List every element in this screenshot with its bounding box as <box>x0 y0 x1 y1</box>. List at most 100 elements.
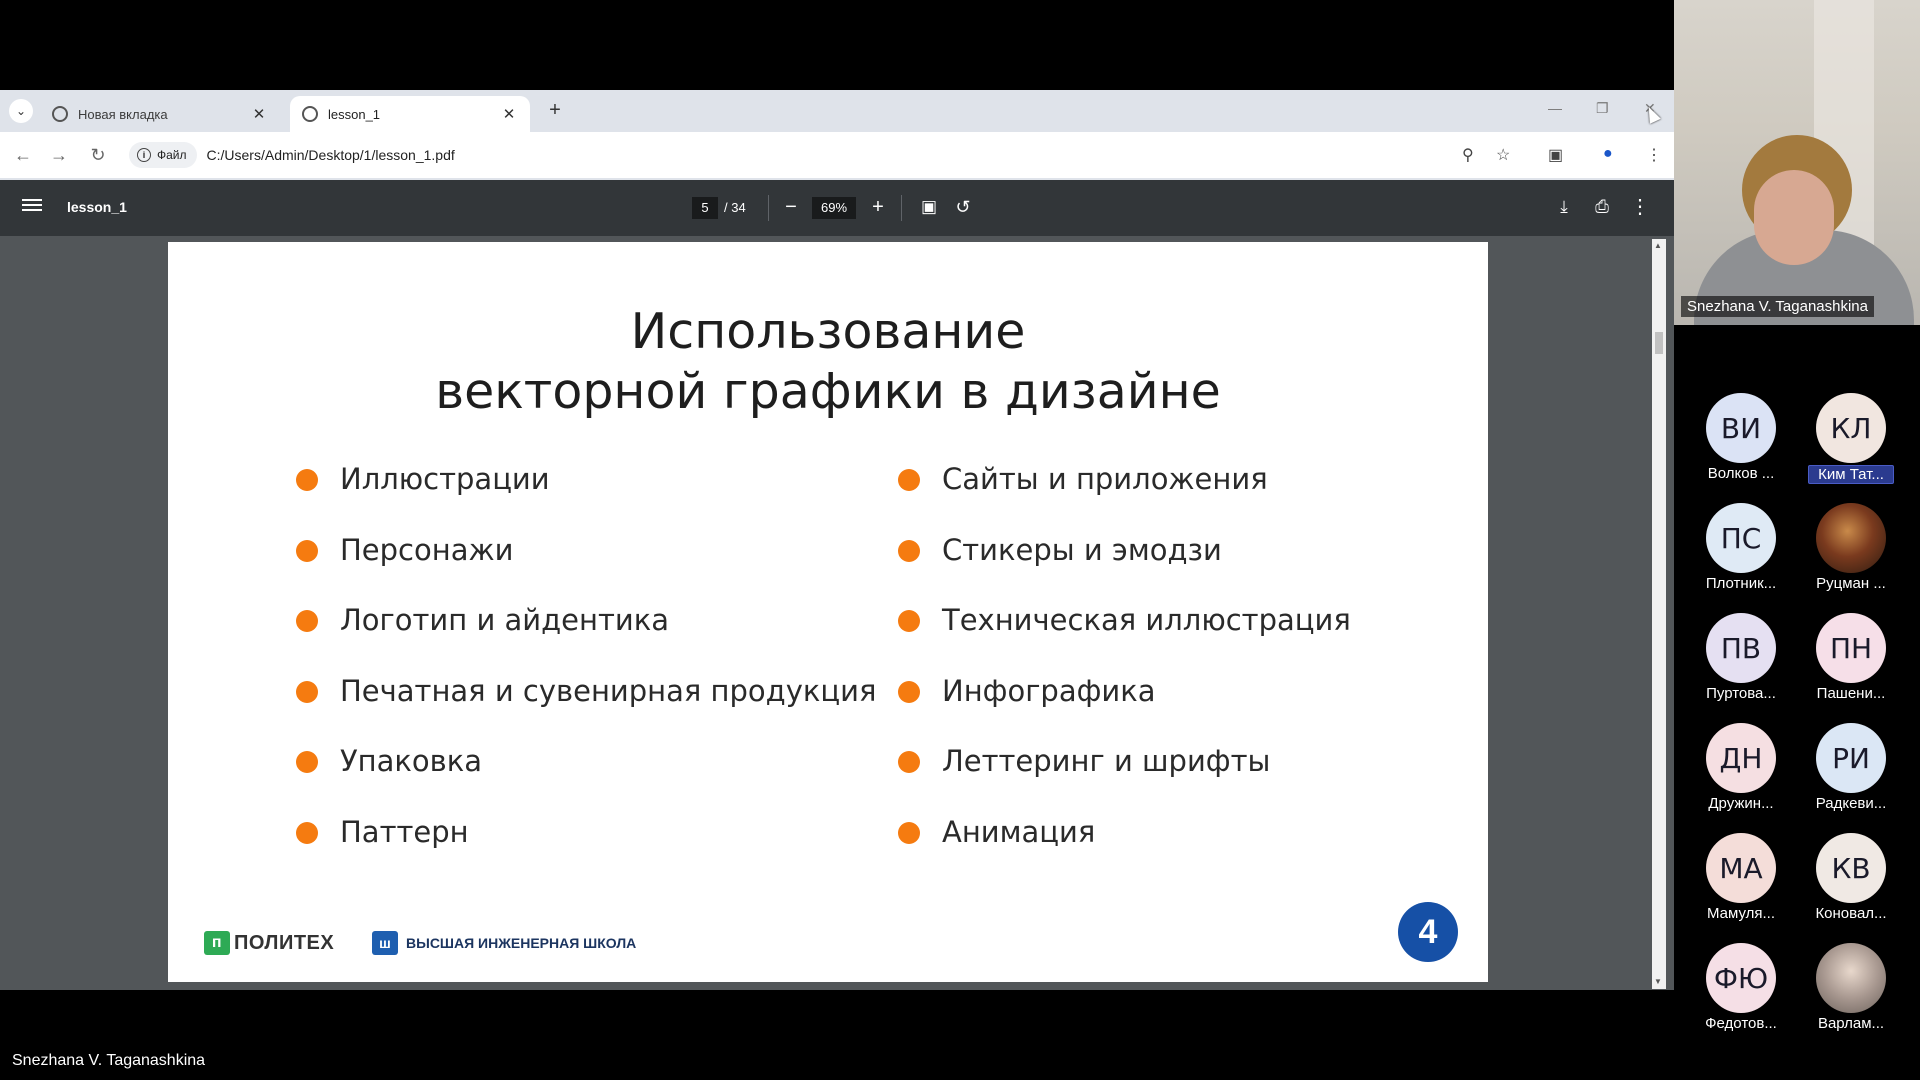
slide-title: Использование векторной графики в дизайн… <box>168 302 1488 422</box>
list-item: Печатная и сувенирная продукция <box>296 674 876 745</box>
participant-tile[interactable]: ВИ Волков ... <box>1686 393 1796 493</box>
site-info-chip[interactable]: i Файл <box>129 142 197 168</box>
bullet-list-right: Сайты и приложения Стикеры и эмодзи Техн… <box>898 462 1351 885</box>
participant-tile[interactable]: МА Мамуля... <box>1686 833 1796 933</box>
scroll-down-icon[interactable]: ▼ <box>1654 977 1662 986</box>
new-tab-plus-icon[interactable]: + <box>544 100 566 122</box>
speaker-face <box>1754 170 1834 265</box>
politeh-logo: п ПОЛИТЕХ <box>204 931 334 955</box>
forward-arrow-icon[interactable]: → <box>48 144 70 166</box>
bullet-text: Леттеринг и шрифты <box>942 744 1271 778</box>
list-item: Леттеринг и шрифты <box>898 744 1351 815</box>
participant-name: Пашени... <box>1816 685 1886 702</box>
globe-favicon-icon <box>302 106 318 122</box>
back-arrow-icon[interactable]: ← <box>12 144 34 166</box>
minimize-icon[interactable]: — <box>1548 100 1562 116</box>
list-item: Персонажи <box>296 533 876 604</box>
avatar-photo <box>1816 503 1886 573</box>
print-icon[interactable]: ⎙ <box>1589 194 1615 220</box>
tab-bar: ⌄ Новая вкладка ✕ lesson_1 ✕ + — ❐ ✕ <box>0 90 1674 132</box>
reload-icon[interactable]: ↻ <box>87 144 109 166</box>
bullet-dot-icon <box>296 469 318 491</box>
participant-tile[interactable]: ПН Пашени... <box>1796 613 1906 713</box>
scroll-thumb[interactable] <box>1655 332 1663 354</box>
slide-title-line2: векторной графики в дизайне <box>435 363 1221 420</box>
zoom-input[interactable]: 69% <box>812 197 856 219</box>
url-text[interactable]: C:/Users/Admin/Desktop/1/lesson_1.pdf <box>207 147 455 163</box>
avatar: ФЮ <box>1706 943 1776 1013</box>
participant-name: Варлам... <box>1817 1015 1885 1032</box>
zoom-in-icon[interactable]: + <box>865 194 891 220</box>
chevron-down-icon: ⌄ <box>15 104 27 118</box>
bullet-text: Персонажи <box>340 532 514 567</box>
bookmark-star-icon[interactable]: ☆ <box>1496 145 1510 165</box>
profile-icon[interactable]: ● <box>1603 145 1613 163</box>
zoom-out-icon[interactable]: − <box>778 194 804 220</box>
bullet-dot-icon <box>898 821 920 844</box>
pdf-page-slide: Использование векторной графики в дизайн… <box>168 242 1488 982</box>
participant-tile[interactable]: ДН Дружин... <box>1686 723 1796 823</box>
bullet-dot-icon <box>898 469 920 491</box>
tab-title: Новая вкладка <box>78 106 168 122</box>
bullet-text: Анимация <box>942 814 1096 849</box>
participant-tile[interactable]: ФЮ Федотов... <box>1686 943 1796 1043</box>
list-item: Анимация <box>898 815 1351 886</box>
participant-name: Радкеви... <box>1815 795 1887 812</box>
chrome-favicon-icon <box>52 106 68 122</box>
speaker-name-label: Snezhana V. Taganashkina <box>1681 296 1874 317</box>
hamburger-menu-icon[interactable] <box>22 196 42 216</box>
speaker-video: Snezhana V. Taganashkina <box>1674 0 1920 325</box>
browser-menu-icon[interactable]: ⋮ <box>1646 145 1662 165</box>
download-icon[interactable]: ⤓ <box>1551 194 1577 220</box>
omnibox[interactable]: i Файл C:/Users/Admin/Desktop/1/lesson_1… <box>127 140 1490 170</box>
bullet-dot-icon <box>296 821 318 844</box>
list-item: Сайты и приложения <box>898 462 1351 533</box>
slide-number-badge: 4 <box>1398 902 1458 962</box>
participant-name: Федотов... <box>1705 1015 1777 1032</box>
avatar-photo <box>1816 943 1886 1013</box>
fit-page-icon[interactable]: ▣ <box>916 194 942 220</box>
pdf-more-icon[interactable]: ⋮ <box>1627 194 1653 220</box>
address-bar: ← → ↻ i Файл C:/Users/Admin/Desktop/1/le… <box>0 132 1674 178</box>
avatar: РИ <box>1816 723 1886 793</box>
bullet-dot-icon <box>898 610 920 632</box>
participant-tile[interactable]: Варлам... <box>1796 943 1906 1043</box>
pdf-toolbar: lesson_1 5 / 34 − 69% + ▣ ↺ ⤓ ⎙ ⋮ <box>0 180 1674 236</box>
participant-name: Пуртова... <box>1706 685 1776 702</box>
list-item: Инфографика <box>898 674 1351 745</box>
participant-tile[interactable]: КВ Коновал... <box>1796 833 1906 933</box>
pdf-viewport[interactable]: Использование векторной графики в дизайн… <box>0 236 1674 990</box>
participant-name: Дружин... <box>1708 795 1774 812</box>
extensions-puzzle-icon[interactable]: ▣ <box>1548 145 1563 165</box>
page-number-input[interactable]: 5 <box>692 197 718 219</box>
list-item: Логотип и айдентика <box>296 603 876 674</box>
tab-search-button[interactable]: ⌄ <box>9 99 33 123</box>
tab-new-tab[interactable]: Новая вкладка ✕ <box>40 96 280 132</box>
scroll-up-icon[interactable]: ▲ <box>1654 241 1662 250</box>
tab-close-icon[interactable]: ✕ <box>250 105 268 123</box>
vish-logo-icon: ш <box>372 931 398 955</box>
bullet-text: Техническая иллюстрация <box>942 603 1351 637</box>
tab-lesson[interactable]: lesson_1 ✕ <box>290 96 530 132</box>
page-total: / 34 <box>724 200 746 215</box>
participant-tile[interactable]: ПВ Пуртова... <box>1686 613 1796 713</box>
bullet-dot-icon <box>296 680 318 703</box>
list-item: Упаковка <box>296 744 876 815</box>
participant-tile[interactable]: РИ Радкеви... <box>1796 723 1906 823</box>
zoom-magnifier-icon[interactable]: ⚲ <box>1462 145 1474 165</box>
vish-logo: ш ВЫСШАЯ ИНЖЕНЕРНАЯ ШКОЛА <box>372 931 636 955</box>
bullet-text: Паттерн <box>340 814 469 849</box>
pdf-scrollbar[interactable]: ▲ ▼ <box>1652 239 1666 989</box>
bullet-dot-icon <box>296 751 318 773</box>
participant-tile[interactable]: ПС Плотник... <box>1686 503 1796 603</box>
tab-close-icon[interactable]: ✕ <box>500 105 518 123</box>
participant-tile[interactable]: КЛ Ким Тат... <box>1796 393 1906 493</box>
bullet-dot-icon <box>296 539 318 562</box>
participant-name: Волков ... <box>1707 465 1775 482</box>
participant-name: Ким Тат... <box>1808 465 1894 484</box>
participant-tile[interactable]: Руцман ... <box>1796 503 1906 603</box>
list-item: Техническая иллюстрация <box>898 603 1351 674</box>
rotate-icon[interactable]: ↺ <box>950 194 976 220</box>
avatar: ПС <box>1706 503 1776 573</box>
restore-icon[interactable]: ❐ <box>1596 100 1609 117</box>
